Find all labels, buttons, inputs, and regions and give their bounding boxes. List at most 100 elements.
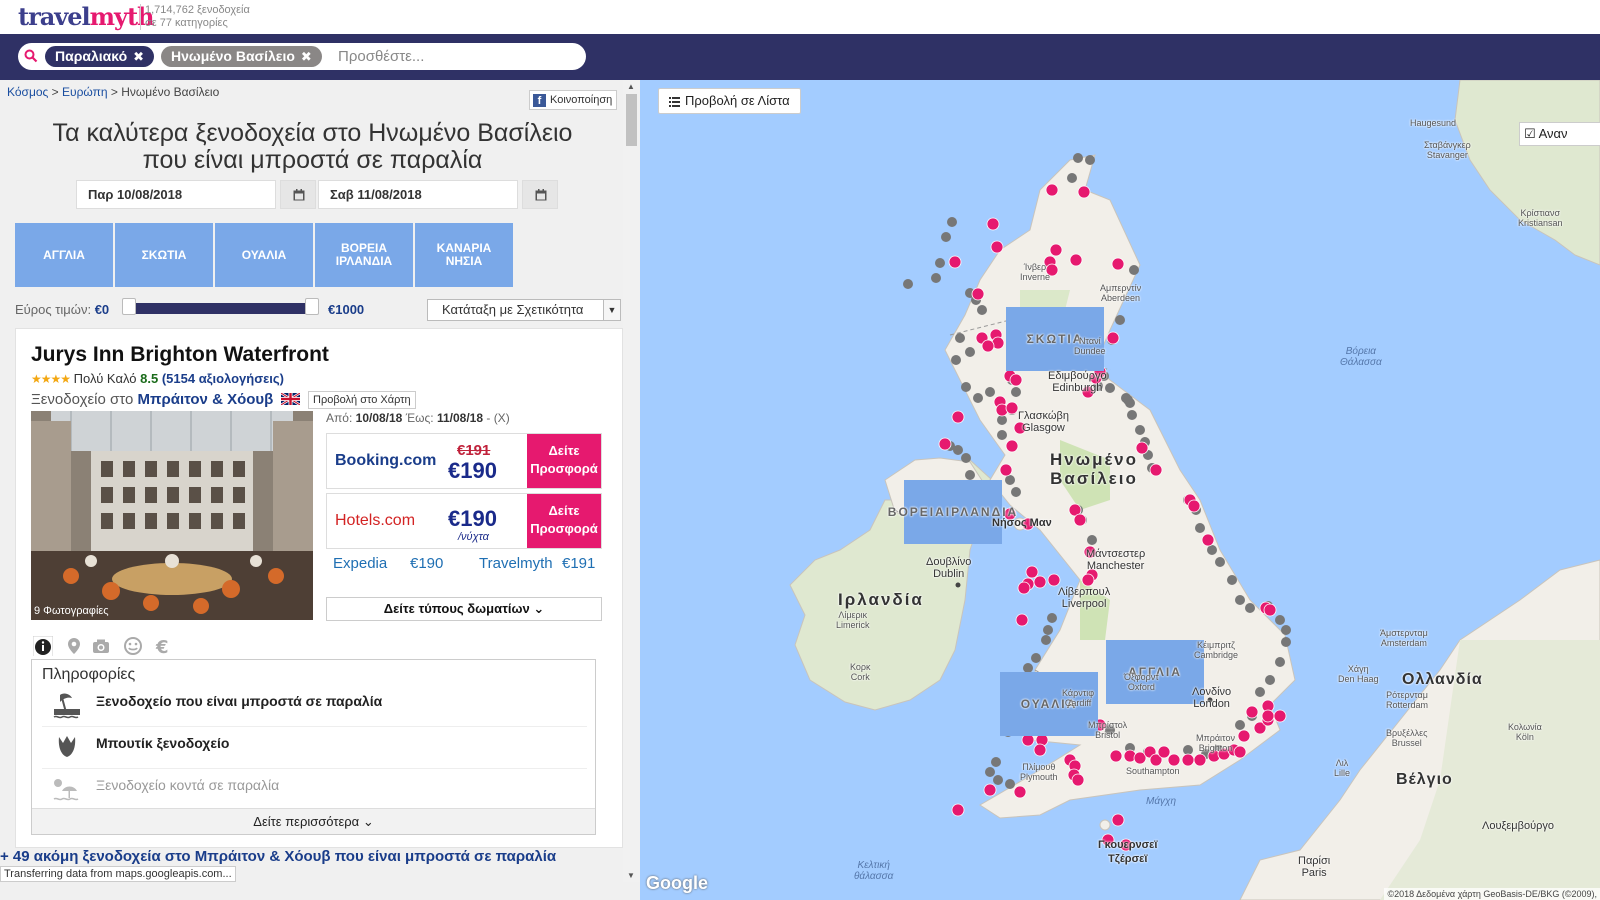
label-line: Limerick bbox=[836, 620, 870, 630]
breadcrumb-europe[interactable]: Ευρώπη bbox=[62, 85, 108, 99]
label-line: Dublin bbox=[933, 568, 965, 580]
label-celtic-sea: Κελτική θάλασσα bbox=[854, 860, 893, 882]
see-more-button[interactable]: Δείτε περισσότερα ⌄ bbox=[32, 808, 595, 834]
label-line: Δουβλίνο bbox=[926, 556, 972, 568]
svg-text:€: € bbox=[155, 637, 169, 656]
label-line: Lille bbox=[1334, 768, 1351, 778]
map-view[interactable]: Προβολή σε Λίστα ☑ Αναν Ηνωμένο Βασίλειο … bbox=[640, 80, 1600, 900]
google-logo: Google bbox=[646, 873, 708, 893]
label-line: Κολωνία bbox=[1508, 722, 1542, 732]
camera-icon[interactable] bbox=[91, 636, 111, 656]
breadcrumb-world[interactable]: Κόσμος bbox=[7, 85, 48, 99]
calendar-icon bbox=[535, 189, 547, 201]
filter-chip-beach[interactable]: Παραλιακό ✖ bbox=[45, 46, 155, 67]
label-line: Κέιμπριτζ bbox=[1197, 640, 1235, 650]
map-canvas[interactable] bbox=[640, 80, 1600, 900]
label-line: θάλασσα bbox=[854, 871, 894, 882]
list-view-button[interactable]: Προβολή σε Λίστα bbox=[658, 88, 801, 114]
label-koln: Κολωνία Köln bbox=[1508, 722, 1542, 742]
info-title: Πληροφορίες bbox=[42, 666, 136, 683]
label-line: Κελτική bbox=[857, 860, 890, 871]
price-max-handle[interactable] bbox=[305, 298, 319, 315]
label-line: Paris bbox=[1301, 867, 1327, 879]
label-brussels: Βρυξέλλες Brussel bbox=[1386, 728, 1427, 748]
region-wales-button[interactable]: ΟΥΑΛΙΑ bbox=[215, 223, 313, 287]
close-icon[interactable]: ✖ bbox=[133, 49, 144, 64]
facebook-share-button[interactable]: f Κοινοποίηση bbox=[529, 90, 618, 110]
label-manchester: Μάντσεστερ Manchester bbox=[1086, 548, 1145, 572]
label-line: Inverne bbox=[1020, 272, 1051, 282]
hotel-name[interactable]: Jurys Inn Brighton Waterfront bbox=[31, 343, 329, 367]
checkin-calendar-button[interactable] bbox=[280, 180, 316, 209]
checkbox-icon[interactable]: ☑ bbox=[1524, 126, 1536, 141]
checkout-date-field[interactable]: Σαβ 11/08/2018 bbox=[318, 180, 518, 209]
map-marker-icon[interactable] bbox=[64, 636, 84, 656]
close-icon[interactable]: ✖ bbox=[301, 49, 312, 64]
search-input[interactable] bbox=[338, 46, 568, 67]
scrollbar[interactable]: ▲ ▼ bbox=[623, 80, 640, 882]
region-scotland-button[interactable]: ΣΚΩΤΙΑ bbox=[115, 223, 213, 287]
per-night: /νύχτα bbox=[458, 531, 489, 543]
expedia-price[interactable]: €190 bbox=[410, 555, 443, 572]
checkin-date-field[interactable]: Παρ 10/08/2018 bbox=[76, 180, 276, 209]
label-line: Λίβερπουλ bbox=[1058, 586, 1111, 598]
city-link[interactable]: Μπράιτον & Χόουβ bbox=[137, 391, 273, 408]
label-edinburgh: Εδιμβούργο Edinburgh bbox=[1048, 370, 1107, 394]
label-line: Βασίλειο bbox=[1050, 469, 1138, 488]
redo-search-toggle[interactable]: ☑ Αναν bbox=[1519, 122, 1600, 146]
redo-search-label: Αναν bbox=[1538, 126, 1568, 141]
list-view-label: Προβολή σε Λίστα bbox=[685, 93, 790, 108]
label-guernsey: Γκουερνσεϊ Τζέρσεϊ bbox=[1098, 838, 1157, 866]
label-line: Cork bbox=[850, 672, 870, 682]
checkout-calendar-button[interactable] bbox=[522, 180, 558, 209]
smiley-icon[interactable] bbox=[123, 636, 143, 656]
expedia-link[interactable]: Expedia bbox=[333, 555, 387, 572]
label-uk: Ηνωμένο Βασίλειο bbox=[1050, 450, 1138, 488]
label-inverness: Ίνβερ Inverne bbox=[1020, 262, 1050, 282]
page-title-line1: Τα καλύτερα ξενοδοχεία στο Ηνωμένο Βασίλ… bbox=[52, 119, 573, 147]
travelmyth-logo[interactable]: travelmyth bbox=[18, 2, 154, 31]
hotel-photo[interactable]: 9 Φωτογραφίες bbox=[31, 411, 313, 620]
sort-select[interactable]: Κατάταξη με Σχετικότητα ▼ bbox=[427, 299, 621, 321]
travelmyth-link[interactable]: Travelmyth bbox=[479, 555, 553, 572]
feature-label: Μπουτίκ ξενοδοχείο bbox=[96, 735, 230, 751]
view-deal-button[interactable]: Δείτε Προσφορά bbox=[527, 494, 601, 548]
filter-chip-country[interactable]: Ηνωμένο Βασίλειο ✖ bbox=[161, 46, 322, 67]
info-icon[interactable] bbox=[33, 636, 53, 656]
scroll-down-icon[interactable]: ▼ bbox=[627, 871, 635, 880]
region-canary-islands-button[interactable]: ΚΑΝΑΡΙΑ ΝΗΣΙΑ bbox=[415, 223, 513, 287]
map-attribution[interactable]: ©2018 Δεδομένα χάρτη GeoBasis-DE/BKG (©2… bbox=[1384, 888, 1600, 900]
room-types-button[interactable]: Δείτε τύπους δωματίων ⌄ bbox=[326, 597, 602, 621]
label-isle-of-man: Νήσος Μαν bbox=[992, 517, 1052, 529]
price-range-slider[interactable] bbox=[128, 303, 314, 314]
scroll-up-icon[interactable]: ▲ bbox=[627, 82, 635, 91]
label-line: London bbox=[1193, 698, 1230, 710]
reviews-link[interactable]: (5154 αξιολογήσεις) bbox=[162, 371, 284, 386]
label-limerick: Λίμερικ Limerick bbox=[836, 610, 870, 630]
label-line: Μάντσεστερ bbox=[1086, 548, 1146, 560]
clear-dates-link[interactable]: - (X) bbox=[486, 411, 509, 425]
label-line: Όξφορντ bbox=[1124, 672, 1159, 682]
label-oxford: Όξφορντ Oxford bbox=[1124, 672, 1159, 692]
label-stavanger: Σταβάνγκερ Stavanger bbox=[1424, 140, 1471, 160]
see-more-label: Δείτε περισσότερα bbox=[253, 814, 360, 829]
region-northern-ireland-button[interactable]: ΒΟΡΕΙΑ ΙΡΛΑΝΔΙΑ bbox=[315, 223, 413, 287]
top-header: travelmyth 1,714,762 ξενοδοχεία σε 77 κα… bbox=[0, 0, 1600, 34]
view-on-map-button[interactable]: Προβολή στο Χάρτη bbox=[308, 391, 416, 409]
travelmyth-price[interactable]: €191 bbox=[562, 555, 595, 572]
beach-umbrella-icon bbox=[53, 779, 79, 801]
region-england-button[interactable]: ΑΓΓΛΙΑ bbox=[15, 223, 113, 287]
scroll-thumb[interactable] bbox=[626, 94, 637, 146]
more-hotels-link[interactable]: + 49 ακόμη ξενοδοχεία στο Μπράιτον & Χόο… bbox=[0, 848, 625, 865]
label-line: Cambridge bbox=[1194, 650, 1239, 660]
app-root: travelmyth 1,714,762 ξενοδοχεία σε 77 κα… bbox=[0, 0, 1600, 900]
price-min-handle[interactable] bbox=[122, 298, 136, 315]
euro-icon[interactable]: € bbox=[153, 636, 173, 656]
chevron-down-icon: ⌄ bbox=[362, 814, 374, 829]
page-title: Τα καλύτερα ξενοδοχεία στο Ηνωμένο Βασίλ… bbox=[0, 120, 625, 174]
label-northern-ireland: ΒΟΡΕΙΑ ΙΡΛΑΝΔΙΑ bbox=[888, 480, 1016, 544]
label-line: Αμπερντίν bbox=[1100, 283, 1142, 293]
search-box[interactable]: Παραλιακό ✖ Ηνωμένο Βασίλειο ✖ bbox=[18, 43, 586, 70]
view-deal-button[interactable]: Δείτε Προσφορά bbox=[527, 434, 601, 488]
label-line: Εδιμβούργο bbox=[1048, 370, 1107, 382]
